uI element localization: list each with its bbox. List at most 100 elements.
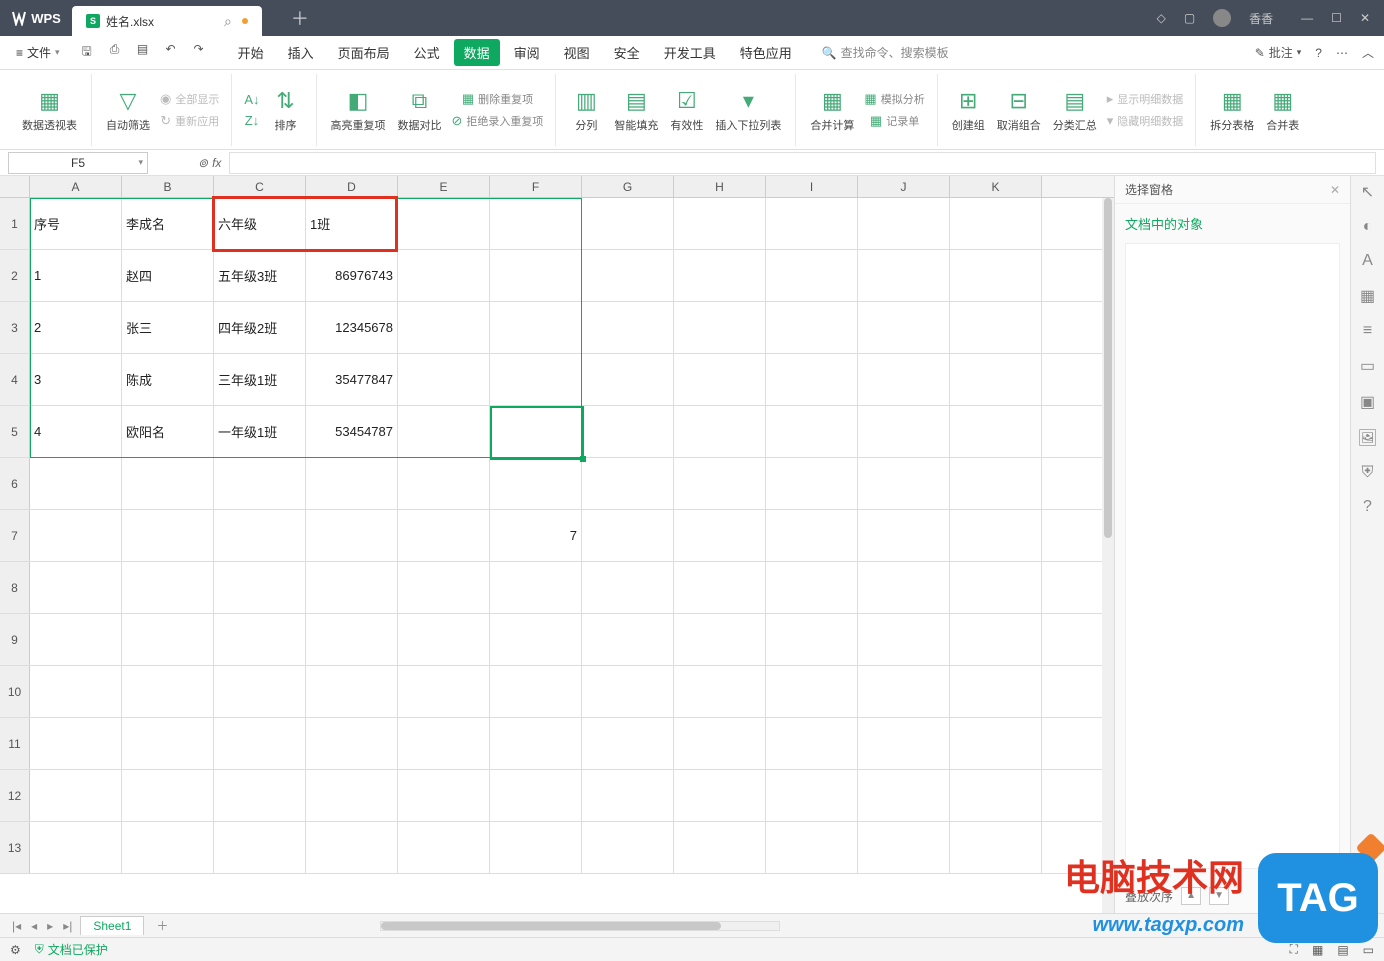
- cell[interactable]: [858, 510, 950, 561]
- table-row[interactable]: 43陈成三年级1班35477847: [0, 354, 1114, 406]
- cell[interactable]: [30, 458, 122, 509]
- horizontal-scrollbar[interactable]: [380, 921, 780, 931]
- cell[interactable]: [122, 822, 214, 873]
- scroll-thumb[interactable]: [381, 922, 721, 930]
- table-row[interactable]: 8: [0, 562, 1114, 614]
- cell[interactable]: [214, 510, 306, 561]
- cell[interactable]: [490, 302, 582, 353]
- print-icon[interactable]: ⎙: [106, 42, 124, 63]
- col-header[interactable]: A: [30, 176, 122, 197]
- shield-icon[interactable]: ⛨: [1361, 464, 1373, 482]
- cell[interactable]: [674, 302, 766, 353]
- subtotal-button[interactable]: ▤分类汇总: [1047, 85, 1103, 135]
- cell[interactable]: [582, 198, 674, 249]
- tab-start[interactable]: 开始: [228, 39, 274, 66]
- row-header[interactable]: 11: [0, 718, 30, 769]
- cell[interactable]: [398, 198, 490, 249]
- cell[interactable]: [950, 770, 1042, 821]
- cell[interactable]: [582, 458, 674, 509]
- table-row[interactable]: 13: [0, 822, 1114, 874]
- font-icon[interactable]: A: [1362, 252, 1373, 270]
- cell[interactable]: [582, 406, 674, 457]
- cell[interactable]: [858, 198, 950, 249]
- collapse-ribbon-icon[interactable]: ︿: [1362, 44, 1374, 61]
- close-pane-icon[interactable]: ✕: [1330, 183, 1340, 197]
- more-icon[interactable]: ⋯: [1336, 46, 1348, 60]
- cell[interactable]: 12345678: [306, 302, 398, 353]
- cell[interactable]: [398, 302, 490, 353]
- row-header[interactable]: 6: [0, 458, 30, 509]
- smart-fill-button[interactable]: ▤智能填充: [608, 85, 664, 135]
- cell[interactable]: [766, 406, 858, 457]
- cell[interactable]: [214, 562, 306, 613]
- cell[interactable]: [490, 770, 582, 821]
- grid-body[interactable]: 1序号李成名六年级1班21赵四五年级3班8697674332张三四年级2班123…: [0, 198, 1114, 913]
- screenshot-icon[interactable]: ▣: [1360, 392, 1375, 412]
- row-header[interactable]: 8: [0, 562, 30, 613]
- new-tab-button[interactable]: ＋: [282, 0, 318, 36]
- tab-review[interactable]: 审阅: [504, 39, 550, 66]
- text-to-columns-button[interactable]: ▥分列: [564, 85, 608, 135]
- table-row[interactable]: 1序号李成名六年级1班: [0, 198, 1114, 250]
- cell[interactable]: [950, 406, 1042, 457]
- sort-button[interactable]: ⇅排序: [264, 85, 308, 135]
- cell[interactable]: [674, 770, 766, 821]
- reject-dup-button[interactable]: ⊘拒绝录入重复项: [448, 111, 548, 131]
- cell[interactable]: [858, 302, 950, 353]
- cell[interactable]: [122, 562, 214, 613]
- group-button[interactable]: ⊞创建组: [946, 85, 991, 135]
- cell[interactable]: [30, 666, 122, 717]
- cell[interactable]: 2: [30, 302, 122, 353]
- name-box[interactable]: F5: [8, 152, 148, 174]
- cell[interactable]: [398, 614, 490, 665]
- cell[interactable]: [858, 406, 950, 457]
- clipboard-icon[interactable]: ▭: [1360, 356, 1375, 376]
- cell[interactable]: [122, 458, 214, 509]
- cell[interactable]: 赵四: [122, 250, 214, 301]
- cell[interactable]: [858, 562, 950, 613]
- reapply-button[interactable]: ↻重新应用: [156, 111, 223, 131]
- save-icon[interactable]: 🖫: [78, 42, 96, 63]
- row-header[interactable]: 3: [0, 302, 30, 353]
- cell[interactable]: [122, 614, 214, 665]
- cell[interactable]: [398, 666, 490, 717]
- row-header[interactable]: 9: [0, 614, 30, 665]
- image-icon[interactable]: 🖼: [1357, 428, 1377, 448]
- cell[interactable]: [122, 718, 214, 769]
- row-header[interactable]: 10: [0, 666, 30, 717]
- cell[interactable]: [582, 666, 674, 717]
- cell[interactable]: [674, 198, 766, 249]
- split-table-button[interactable]: ▦拆分表格: [1204, 85, 1260, 135]
- gift-icon[interactable]: ▢: [1184, 11, 1195, 25]
- fx-label[interactable]: ⊚ fx: [198, 156, 221, 170]
- cell[interactable]: [950, 302, 1042, 353]
- cell[interactable]: [950, 718, 1042, 769]
- scroll-thumb[interactable]: [1104, 198, 1112, 538]
- cell[interactable]: [490, 198, 582, 249]
- cell[interactable]: 三年级1班: [214, 354, 306, 405]
- cell[interactable]: [766, 198, 858, 249]
- cell[interactable]: [674, 562, 766, 613]
- cell[interactable]: [950, 614, 1042, 665]
- record-form-button[interactable]: ▦记录单: [860, 111, 928, 131]
- cell[interactable]: [306, 562, 398, 613]
- sort-desc-button[interactable]: Z↓: [240, 111, 263, 130]
- highlight-dup-button[interactable]: ◧高亮重复项: [325, 85, 392, 135]
- command-search[interactable]: 🔍 查找命令、搜索模板: [822, 44, 949, 61]
- table-row[interactable]: 12: [0, 770, 1114, 822]
- tab-dev-tools[interactable]: 开发工具: [654, 39, 726, 66]
- sheet-tab[interactable]: Sheet1: [80, 916, 144, 935]
- cell[interactable]: 六年级: [214, 198, 306, 249]
- cell[interactable]: [30, 718, 122, 769]
- row-header[interactable]: 1: [0, 198, 30, 249]
- cell[interactable]: [398, 250, 490, 301]
- cell[interactable]: [674, 718, 766, 769]
- tab-view[interactable]: 视图: [554, 39, 600, 66]
- cell[interactable]: [858, 614, 950, 665]
- tab-special[interactable]: 特色应用: [730, 39, 802, 66]
- cell[interactable]: [398, 562, 490, 613]
- cell[interactable]: [30, 510, 122, 561]
- cell[interactable]: [214, 614, 306, 665]
- formula-input[interactable]: [229, 152, 1376, 174]
- cell[interactable]: [214, 666, 306, 717]
